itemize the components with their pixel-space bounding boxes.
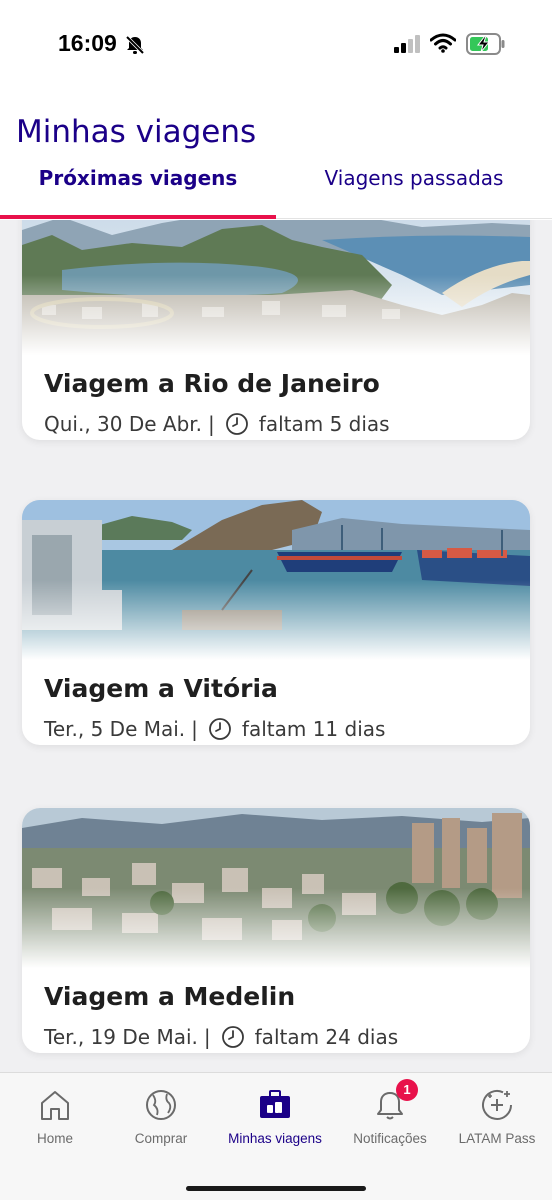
trip-photo-vitoria xyxy=(22,500,530,660)
trip-list[interactable]: Viagem a Rio de Janeiro Qui., 30 De Abr.… xyxy=(0,220,552,1072)
nav-label: LATAM Pass xyxy=(458,1131,536,1146)
bottom-nav: Home Comprar Minhas viagens 1 Notificaçõ… xyxy=(0,1072,552,1200)
image-fade xyxy=(22,888,530,968)
tab-past-trips[interactable]: Viagens passadas xyxy=(276,162,552,220)
status-time: 16:09 xyxy=(58,30,117,56)
trip-card[interactable]: Viagem a Rio de Janeiro Qui., 30 De Abr.… xyxy=(22,220,530,440)
meta-separator: | xyxy=(191,717,198,741)
clock-icon xyxy=(208,717,232,741)
home-icon xyxy=(35,1085,75,1125)
bell-off-icon xyxy=(124,34,146,61)
nav-label: Home xyxy=(36,1131,73,1146)
trip-date: Qui., 30 De Abr. xyxy=(44,412,203,436)
app-header: Minhas viagens Próximas viagens Viagens … xyxy=(0,90,552,220)
clock-icon xyxy=(221,1025,245,1049)
nav-latam-pass[interactable]: LATAM Pass xyxy=(442,1081,552,1151)
trip-date: Ter., 5 De Mai. xyxy=(44,717,186,741)
battery-charging-icon xyxy=(466,33,506,60)
globe-icon xyxy=(141,1085,181,1125)
nav-label: Comprar xyxy=(134,1131,188,1146)
home-indicator xyxy=(186,1186,366,1191)
trip-title: Viagem a Rio de Janeiro xyxy=(44,369,380,398)
clock-icon xyxy=(225,412,249,436)
nav-minhas-viagens[interactable]: Minhas viagens xyxy=(220,1081,330,1151)
nav-comprar[interactable]: Comprar xyxy=(106,1081,216,1151)
trip-meta: Ter., 5 De Mai. | faltam 11 dias xyxy=(44,714,385,744)
trip-title: Viagem a Vitória xyxy=(44,674,278,703)
meta-separator: | xyxy=(203,1025,211,1049)
trip-title: Viagem a Medelin xyxy=(44,982,296,1011)
status-bar: 16:09 xyxy=(0,0,552,90)
trip-countdown: faltam 24 dias xyxy=(254,1025,399,1049)
wifi-icon xyxy=(429,33,457,58)
trip-date: Ter., 19 De Mai. xyxy=(44,1025,198,1049)
nav-label: Minhas viagens xyxy=(228,1131,322,1146)
luggage-icon xyxy=(255,1085,295,1125)
trip-meta: Ter., 19 De Mai. | faltam 24 dias xyxy=(44,1022,398,1052)
trip-photo-medelin xyxy=(22,808,530,968)
image-fade xyxy=(22,275,530,355)
sparkle-circle-icon xyxy=(477,1085,517,1125)
trip-photo-rio xyxy=(22,220,530,355)
meta-separator: | xyxy=(208,412,215,436)
bell-icon: 1 xyxy=(370,1079,418,1125)
image-fade xyxy=(22,580,530,660)
nav-notificacoes[interactable]: 1 Notificações xyxy=(335,1079,445,1151)
trip-meta: Qui., 30 De Abr. | faltam 5 dias xyxy=(44,409,390,439)
page-title: Minhas viagens xyxy=(16,114,257,150)
trip-countdown: faltam 11 dias xyxy=(241,717,386,741)
trip-card[interactable]: Viagem a Medelin Ter., 19 De Mai. | falt… xyxy=(22,808,530,1053)
trip-card[interactable]: Viagem a Vitória Ter., 5 De Mai. | falta… xyxy=(22,500,530,745)
nav-home[interactable]: Home xyxy=(0,1081,110,1151)
signal-icon xyxy=(394,35,422,58)
nav-label: Notificações xyxy=(353,1131,427,1146)
notification-badge: 1 xyxy=(396,1079,418,1101)
tab-upcoming-trips[interactable]: Próximas viagens xyxy=(0,162,276,220)
active-tab-indicator xyxy=(0,215,276,219)
trip-countdown: faltam 5 dias xyxy=(258,412,390,436)
